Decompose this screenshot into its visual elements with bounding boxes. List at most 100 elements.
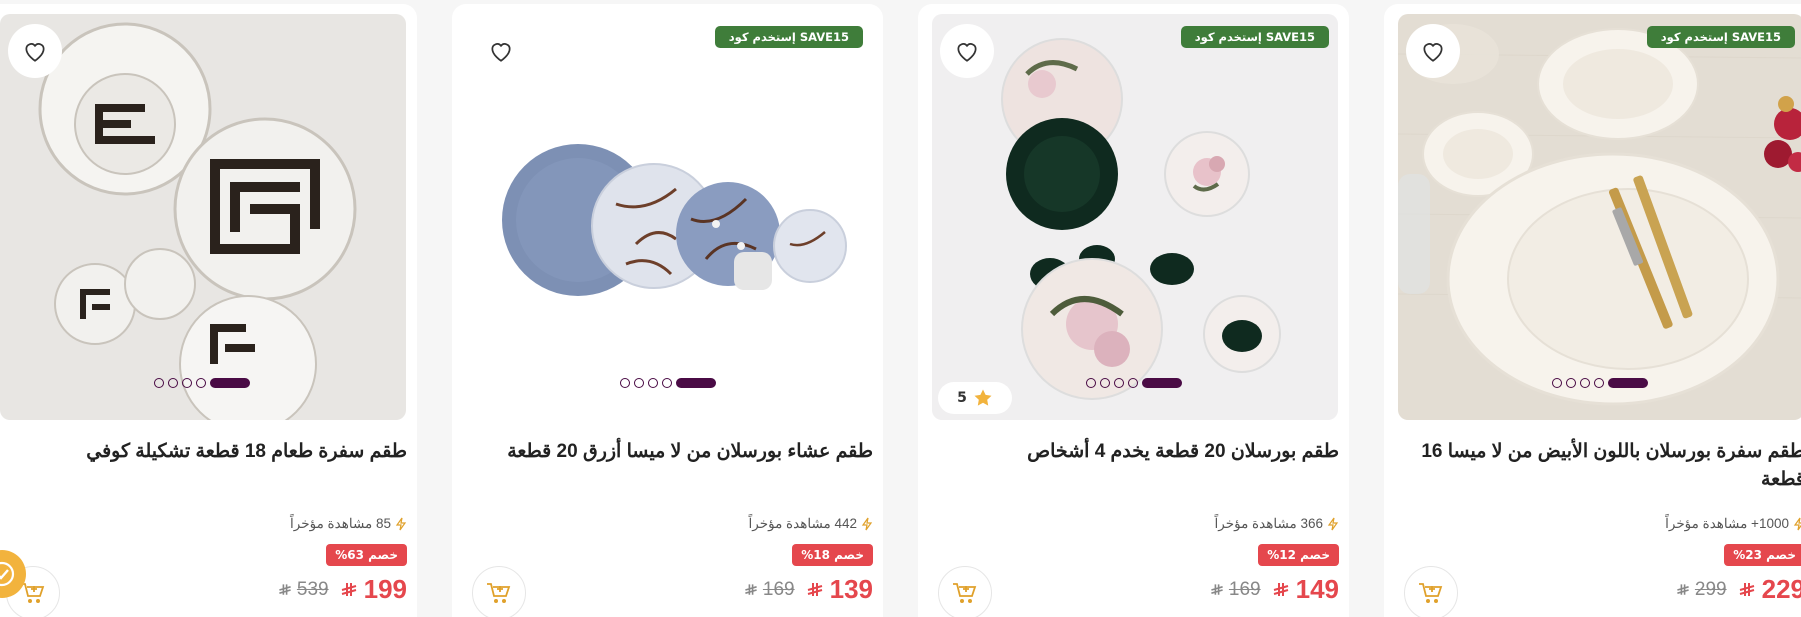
product-image[interactable]: [466, 14, 872, 420]
add-to-cart-button[interactable]: [472, 566, 526, 617]
check-badge-icon: [0, 561, 15, 587]
product-image[interactable]: [1398, 14, 1801, 420]
product-title[interactable]: طقم بورسلان 20 قطعة يخدم 4 أشخاص: [939, 438, 1339, 466]
riyal-icon: [1273, 582, 1288, 596]
current-price: 229: [1737, 574, 1801, 605]
original-price-value: 169: [762, 578, 795, 600]
carousel-dot[interactable]: [181, 378, 192, 388]
carousel-dot[interactable]: [1085, 378, 1096, 388]
current-price-value: 199: [363, 574, 407, 604]
lightning-icon: [1793, 517, 1801, 531]
recent-views: 1000+ مشاهدة مؤخراً: [1665, 516, 1801, 532]
current-price-value: 229: [1761, 574, 1801, 604]
product-title[interactable]: طقم عشاء بورسلان من لا ميسا أزرق 20 قطعة: [473, 438, 873, 466]
image-carousel-dots[interactable]: [153, 378, 250, 388]
recent-views: 85 مشاهدة مؤخراً: [290, 516, 407, 532]
star-icon: [974, 389, 992, 406]
discount-badge: خصم 23%: [1724, 544, 1801, 566]
carousel-dot[interactable]: [1593, 378, 1604, 388]
promo-code-badge: إستخدم كود SAVE15: [1646, 26, 1795, 48]
add-to-cart-button[interactable]: [938, 566, 992, 617]
current-price: 139: [805, 574, 873, 605]
product-card[interactable]: إستخدم كود SAVE15 5 طقم بورسلان 20 قطعة …: [918, 4, 1349, 617]
carousel-dot[interactable]: [1099, 378, 1110, 388]
heart-icon: [1423, 43, 1443, 62]
carousel-dot[interactable]: [619, 378, 630, 388]
carousel-dot[interactable]: [1113, 378, 1124, 388]
wishlist-button[interactable]: [8, 24, 62, 78]
carousel-dot-active[interactable]: [675, 378, 716, 388]
carousel-dot[interactable]: [195, 378, 206, 388]
original-price-value: 539: [296, 578, 329, 600]
product-title[interactable]: طقم سفرة بورسلان باللون الأبيض من لا ميس…: [1405, 438, 1801, 494]
recent-views-text: 366 مشاهدة مؤخراً: [1214, 516, 1323, 531]
product-image[interactable]: [932, 14, 1338, 420]
recent-views-text: 1000+ مشاهدة مؤخراً: [1665, 516, 1789, 531]
product-card[interactable]: طقم سفرة طعام 18 قطعة تشكيلة كوفي 85 مشا…: [0, 4, 417, 617]
wishlist-button[interactable]: [1406, 24, 1460, 78]
discount-badge: خصم 63%: [326, 544, 407, 566]
current-price: 149: [1271, 574, 1339, 605]
current-price: 199: [339, 574, 407, 605]
price-block: 139 169: [743, 574, 873, 605]
image-carousel-dots[interactable]: [1085, 378, 1182, 388]
carousel-dot-active[interactable]: [209, 378, 250, 388]
cart-plus-icon: [953, 583, 977, 603]
carousel-dot-active[interactable]: [1141, 378, 1182, 388]
product-card[interactable]: إستخدم كود SAVE15 طقم عشاء بورسلان من لا…: [452, 4, 883, 617]
carousel-dot[interactable]: [153, 378, 164, 388]
recent-views: 442 مشاهدة مؤخراً: [749, 516, 873, 532]
original-price-value: 299: [1694, 578, 1727, 600]
carousel-dot[interactable]: [647, 378, 658, 388]
rating-value: 5: [957, 390, 967, 406]
cart-plus-icon: [487, 583, 511, 603]
image-carousel-dots[interactable]: [1551, 378, 1648, 388]
promo-code-badge: إستخدم كود SAVE15: [714, 26, 863, 48]
promo-code-badge: إستخدم كود SAVE15: [1180, 26, 1329, 48]
carousel-dot[interactable]: [633, 378, 644, 388]
lightning-icon: [861, 517, 873, 531]
product-image[interactable]: [0, 14, 406, 420]
carousel-dot[interactable]: [1579, 378, 1590, 388]
carousel-dot[interactable]: [1551, 378, 1562, 388]
original-price: 169: [743, 579, 795, 601]
lightning-icon: [1327, 517, 1339, 531]
riyal-icon: [1739, 582, 1754, 596]
recent-views: 366 مشاهدة مؤخراً: [1215, 516, 1339, 532]
riyal-icon: [745, 583, 757, 595]
current-price-value: 149: [1295, 574, 1339, 604]
product-card[interactable]: إستخدم كود SAVE15 طقم سفرة بورسلان باللو…: [1384, 4, 1801, 617]
carousel-dot[interactable]: [167, 378, 178, 388]
wishlist-button[interactable]: [474, 24, 528, 78]
riyal-icon: [1211, 583, 1223, 595]
rating-badge: 5: [938, 382, 1012, 414]
original-price: 299: [1675, 579, 1727, 601]
riyal-icon: [807, 582, 822, 596]
price-block: 149 169: [1209, 574, 1339, 605]
add-to-cart-button[interactable]: [1404, 566, 1458, 617]
current-price-value: 139: [829, 574, 873, 604]
carousel-dot[interactable]: [661, 378, 672, 388]
riyal-icon: [1677, 583, 1689, 595]
lightning-icon: [395, 517, 407, 531]
recent-views-text: 85 مشاهدة مؤخراً: [290, 516, 391, 531]
cart-plus-icon: [1419, 583, 1443, 603]
carousel-dot-active[interactable]: [1607, 378, 1648, 388]
riyal-icon: [279, 583, 291, 595]
wishlist-button[interactable]: [940, 24, 994, 78]
discount-badge: خصم 12%: [1258, 544, 1339, 566]
original-price-value: 169: [1228, 578, 1261, 600]
carousel-dot[interactable]: [1565, 378, 1576, 388]
recent-views-text: 442 مشاهدة مؤخراً: [748, 516, 857, 531]
heart-icon: [957, 43, 977, 62]
original-price: 539: [277, 579, 329, 601]
price-block: 199 539: [277, 574, 407, 605]
discount-badge: خصم 18%: [792, 544, 873, 566]
heart-icon: [25, 43, 45, 62]
original-price: 169: [1209, 579, 1261, 601]
product-title[interactable]: طقم سفرة طعام 18 قطعة تشكيلة كوفي: [7, 438, 407, 466]
price-block: 229 299: [1675, 574, 1801, 605]
image-carousel-dots[interactable]: [619, 378, 716, 388]
carousel-dot[interactable]: [1127, 378, 1138, 388]
heart-icon: [491, 43, 511, 62]
